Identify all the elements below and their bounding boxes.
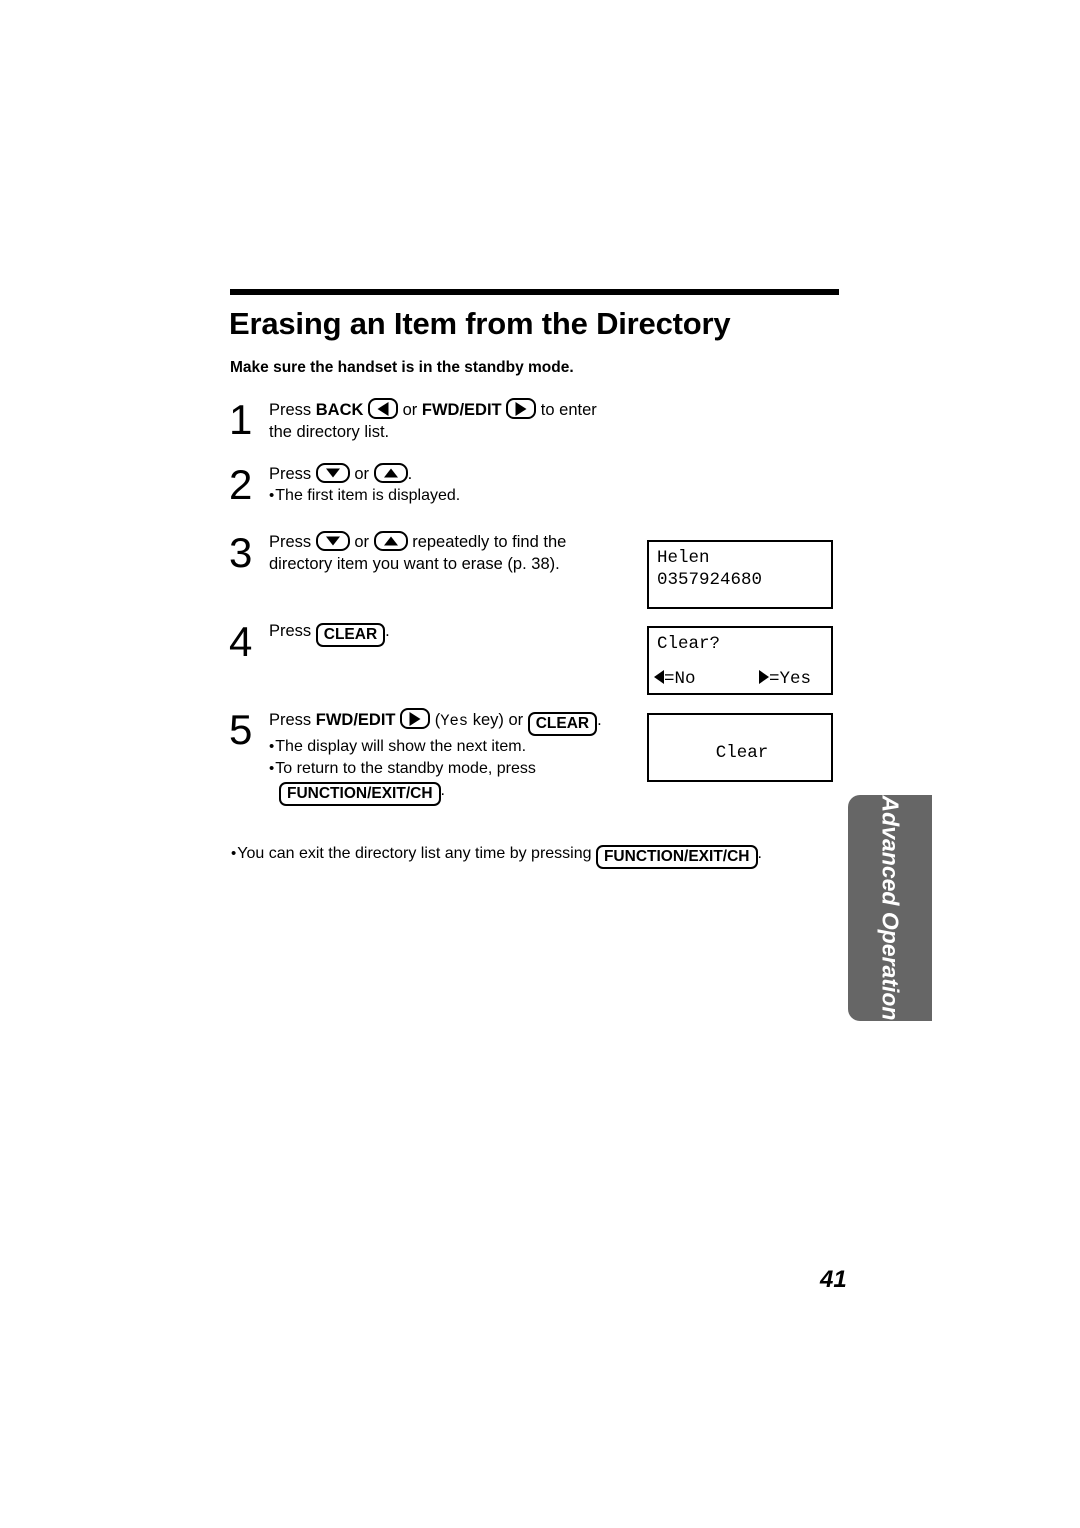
display-1-line-2: 0357924680	[657, 570, 763, 590]
step-1-middle: or	[398, 401, 422, 419]
step-5-tail: .	[597, 711, 602, 729]
step-5-yes-word: Yes	[440, 712, 469, 730]
manual-page: Erasing an Item from the Directory Make …	[0, 0, 1080, 1528]
step-2-press-label: Press	[269, 465, 316, 483]
arrow-right-key-icon[interactable]	[506, 398, 537, 419]
function-exit-ch-key[interactable]: FUNCTION/EXIT/CH	[595, 845, 758, 869]
display-2-yes-option: =Yes	[759, 668, 811, 690]
step-5-press-label: Press	[269, 711, 316, 729]
arrow-left-icon	[654, 670, 664, 684]
arrow-up-key-icon[interactable]	[373, 531, 408, 551]
page-subtitle: Make sure the handset is in the standby …	[230, 359, 574, 376]
arrow-right-icon	[759, 670, 769, 684]
step-3-body: Press or repeatedly to find the director…	[269, 531, 659, 575]
step-1-number: 1	[229, 396, 253, 443]
display-2-no-option: =No	[654, 668, 696, 690]
step-5-key-fwdedit: FWD/EDIT	[315, 711, 396, 729]
step-4-tail: .	[385, 622, 390, 640]
exit-note: You can exit the directory list any time…	[231, 843, 762, 869]
step-3-middle: or	[349, 533, 374, 551]
step-5-bullet-1: The display will show the next item.	[269, 736, 659, 758]
step-5-body: Press FWD/EDIT (Yes key) or CLEAR. The d…	[269, 708, 659, 806]
step-1-key-fwdedit: FWD/EDIT	[421, 401, 502, 419]
clear-key[interactable]: CLEAR	[315, 623, 386, 647]
arrow-right-key-icon[interactable]	[400, 708, 431, 729]
step-1-press-label: Press	[269, 401, 316, 419]
exit-note-text-before: You can exit the directory list any time…	[237, 845, 596, 862]
step-2-tail: .	[407, 465, 413, 483]
step-5-bullet-cont-tail: .	[440, 782, 445, 799]
step-2-bullet-1: The first item is displayed.	[269, 485, 659, 507]
arrow-down-key-icon[interactable]	[315, 463, 350, 483]
section-side-tab: Advanced Operation	[848, 795, 932, 1021]
function-exit-ch-key[interactable]: FUNCTION/EXIT/CH	[279, 782, 441, 806]
step-5-paren-open: (	[430, 711, 441, 729]
clear-confirm-display: Clear? =No =Yes	[647, 626, 833, 695]
page-title: Erasing an Item from the Directory	[229, 306, 731, 341]
header-rule	[230, 289, 839, 295]
step-5-number: 5	[229, 706, 253, 753]
step-2-body: Press or . The first item is displayed.	[269, 463, 659, 507]
step-4-press-label: Press	[269, 622, 316, 640]
clear-key[interactable]: CLEAR	[527, 712, 598, 736]
exit-note-text-after: .	[757, 845, 762, 862]
step-1-line2: the directory list.	[269, 423, 390, 441]
step-3-tail: repeatedly to find the	[407, 533, 567, 551]
display-2-yes-label: =Yes	[769, 669, 812, 689]
step-1-key-back: BACK	[315, 401, 364, 419]
clear-result-display: Clear	[647, 713, 833, 782]
arrow-left-key-icon[interactable]	[368, 398, 399, 419]
directory-entry-display: Helen 0357924680	[647, 540, 833, 609]
step-5-paren-mid: key) or	[468, 711, 528, 729]
step-5-bullet-2: To return to the standby mode, press	[269, 758, 659, 780]
page-number: 41	[820, 1266, 847, 1293]
section-side-tab-label: Advanced Operation	[877, 795, 904, 1021]
step-5-bullet-2-cont: FUNCTION/EXIT/CH.	[269, 780, 659, 806]
step-3-press-label: Press	[269, 533, 316, 551]
step-1-tail: to enter	[536, 401, 597, 419]
arrow-down-key-icon[interactable]	[315, 531, 350, 551]
step-3-number: 3	[229, 529, 253, 576]
step-4-number: 4	[229, 618, 253, 665]
arrow-up-key-icon[interactable]	[373, 463, 408, 483]
step-3-line2: directory item you want to erase (p. 38)…	[269, 555, 560, 573]
display-1-line-1: Helen	[657, 548, 710, 568]
step-1-body: Press BACK or FWD/EDIT to enter the dire…	[269, 398, 659, 443]
display-2-line-1: Clear?	[657, 634, 721, 654]
display-3-line-1: Clear	[715, 743, 769, 763]
step-2-middle: or	[349, 465, 374, 483]
step-2-number: 2	[229, 461, 253, 508]
step-4-body: Press CLEAR.	[269, 620, 659, 647]
display-2-no-label: =No	[664, 669, 696, 689]
